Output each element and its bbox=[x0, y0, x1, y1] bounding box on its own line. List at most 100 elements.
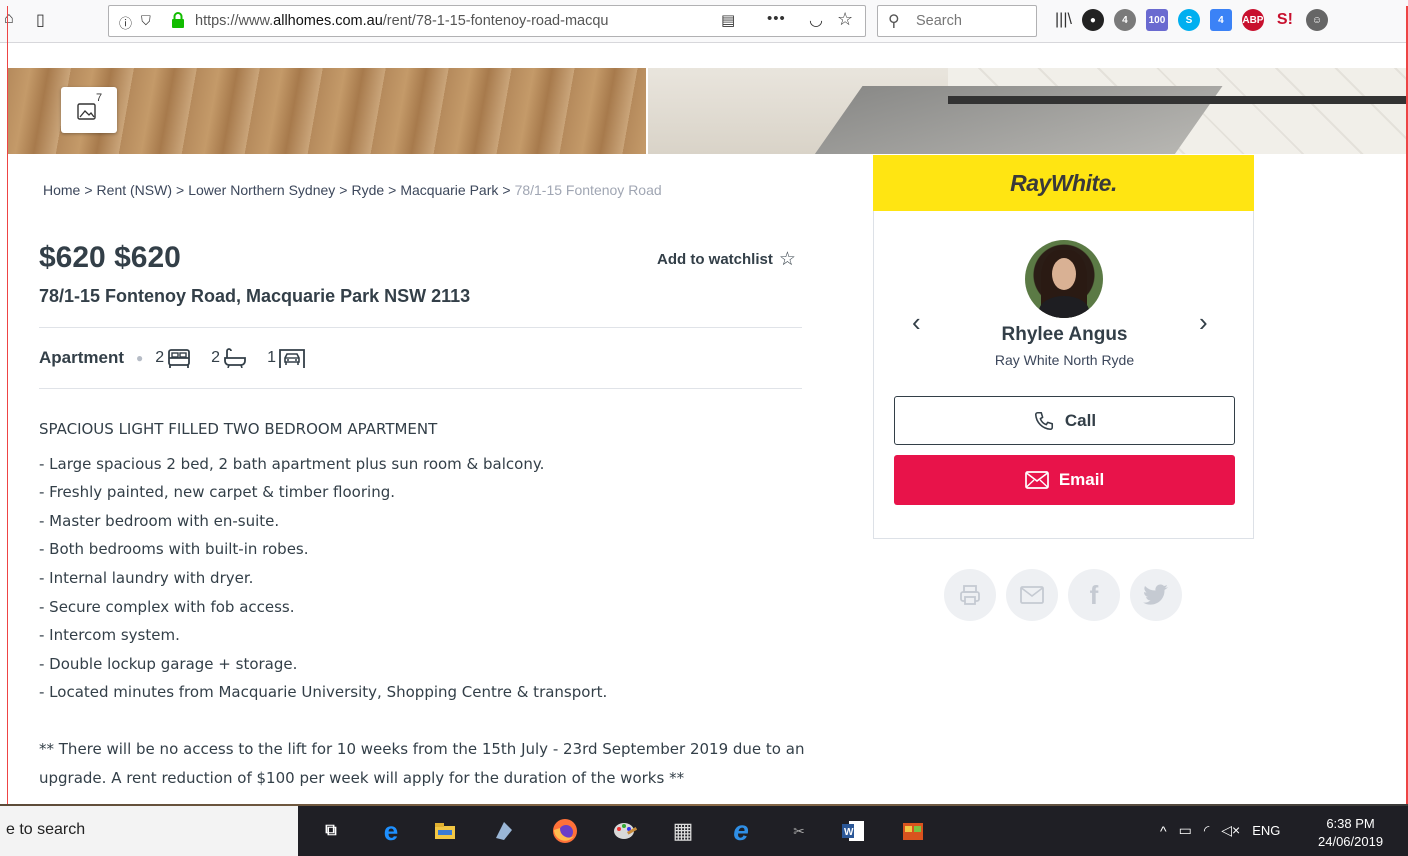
listing-description: SPACIOUS LIGHT FILLED TWO BEDROOM APARTM… bbox=[39, 415, 809, 792]
url-text[interactable]: https://www.allhomes.com.au/rent/78-1-15… bbox=[195, 13, 695, 29]
word-icon[interactable]: W bbox=[840, 818, 866, 844]
separator-dot: ● bbox=[136, 351, 144, 365]
url-bar[interactable]: ⓘ ⛉ https://www.allhomes.com.au/rent/78-… bbox=[108, 5, 866, 37]
bed-icon bbox=[168, 349, 191, 368]
more-actions-icon[interactable]: ••• bbox=[767, 10, 786, 27]
facebook-icon[interactable]: f bbox=[1068, 569, 1120, 621]
internet-explorer-icon[interactable]: e bbox=[728, 815, 754, 846]
gallery-count: 7 bbox=[96, 92, 103, 104]
gallery-button[interactable]: 7 bbox=[61, 87, 117, 133]
file-explorer-icon[interactable] bbox=[432, 818, 458, 844]
extension-icons: |||\ ● 4 100 S 4 ABP S! ☺ bbox=[1055, 9, 1328, 31]
bedroom-count: 2 bbox=[155, 349, 165, 366]
agent-avatar[interactable] bbox=[1025, 240, 1103, 318]
twitter-icon[interactable] bbox=[1130, 569, 1182, 621]
feature-bullet: - Internal laundry with dryer. bbox=[39, 568, 254, 587]
search-icon: ⚲ bbox=[888, 13, 900, 30]
envelope-icon bbox=[1024, 471, 1049, 489]
feature-bullet: - Master bedroom with en-suite. bbox=[39, 511, 280, 530]
breadcrumb-current: 78/1-15 Fontenoy Road bbox=[514, 182, 662, 198]
adblock-icon[interactable]: ABP bbox=[1241, 9, 1264, 31]
divider bbox=[39, 327, 802, 328]
bathroom-count: 2 bbox=[211, 349, 221, 366]
feature-bullet: - Secure complex with fob access. bbox=[39, 597, 295, 616]
agent-agency-name: Ray White North Ryde bbox=[994, 352, 1135, 368]
battery-icon[interactable]: ▭ bbox=[1179, 822, 1192, 839]
wifi-icon[interactable]: ◜ bbox=[1204, 822, 1209, 839]
taskbar-clock[interactable]: 6:38 PM 24/06/2019 bbox=[1318, 815, 1383, 851]
divider bbox=[39, 388, 802, 389]
agency-banner[interactable]: RayWhite. bbox=[873, 155, 1254, 211]
snipping-tool-icon[interactable]: ✂ bbox=[786, 818, 812, 844]
call-label: Call bbox=[1064, 410, 1097, 430]
archive-app-icon[interactable] bbox=[900, 818, 926, 844]
share-buttons: f bbox=[944, 569, 1182, 621]
clock-date: 24/06/2019 bbox=[1318, 834, 1384, 849]
feature-bullet: - Intercom system. bbox=[39, 626, 180, 645]
chevron-up-icon[interactable]: ^ bbox=[1160, 823, 1167, 839]
pocket-icon[interactable]: ◡ bbox=[809, 10, 823, 30]
sidebar-icon[interactable]: ▯ bbox=[36, 10, 45, 30]
extension-notify-icon[interactable]: 4 bbox=[1209, 9, 1232, 31]
lock-icon[interactable] bbox=[171, 12, 185, 28]
library-icon[interactable]: |||\ bbox=[1055, 11, 1072, 29]
listing-address: 78/1-15 Fontenoy Road, Macquarie Park NS… bbox=[39, 286, 471, 306]
breadcrumb-macquarie-park[interactable]: Macquarie Park bbox=[400, 182, 498, 198]
email-button[interactable]: Email bbox=[894, 455, 1235, 505]
info-icon[interactable]: ⓘ bbox=[119, 13, 132, 32]
feature-bullet: - Freshly painted, new carpet & timber f… bbox=[39, 483, 395, 502]
bedrooms-feature: 2 bbox=[155, 348, 191, 368]
breadcrumb-rent-nsw[interactable]: Rent (NSW) bbox=[97, 182, 172, 198]
breadcrumb-home[interactable]: Home bbox=[43, 182, 80, 198]
paint-icon[interactable] bbox=[612, 818, 638, 844]
description-headline: SPACIOUS LIGHT FILLED TWO BEDROOM APARTM… bbox=[39, 420, 438, 438]
breadcrumb-ryde[interactable]: Ryde bbox=[351, 182, 384, 198]
s-extension-icon[interactable]: S! bbox=[1274, 9, 1296, 31]
parking-feature: 1 bbox=[267, 347, 305, 369]
edge-icon[interactable]: e bbox=[378, 816, 404, 846]
feature-bullet: - Double lockup garage + storage. bbox=[39, 654, 298, 673]
lift-notice: ** There will be no access to the lift f… bbox=[39, 739, 805, 787]
taskbar-search[interactable]: e to search bbox=[0, 806, 298, 856]
language-indicator[interactable]: ENG bbox=[1252, 823, 1280, 838]
add-to-watchlist-button[interactable]: Add to watchlist ☆ bbox=[657, 248, 796, 271]
breadcrumb: Home > Rent (NSW) > Lower Northern Sydney > Ry… bbox=[43, 182, 662, 198]
firefox-icon[interactable] bbox=[552, 818, 578, 844]
star-outline-icon: ☆ bbox=[778, 249, 796, 270]
reader-view-icon[interactable]: ▤ bbox=[721, 11, 735, 29]
home-icon[interactable]: ⌂ bbox=[4, 10, 14, 28]
clock-time: 6:38 PM bbox=[1326, 816, 1375, 831]
listing-price: $620 $620 bbox=[39, 241, 181, 274]
system-tray: ^ ▭ ◜ ◁× ENG bbox=[1160, 822, 1280, 839]
task-view-icon[interactable]: ⧉ bbox=[318, 818, 344, 844]
svg-text:W: W bbox=[844, 827, 854, 838]
feature-bullet: - Large spacious 2 bed, 2 bath apartment… bbox=[39, 454, 545, 473]
calculator-icon[interactable]: ▦ bbox=[670, 818, 696, 844]
email-share-icon[interactable] bbox=[1006, 569, 1058, 621]
extension-badge-icon[interactable]: 4 bbox=[1113, 9, 1136, 31]
volume-muted-icon[interactable]: ◁× bbox=[1221, 822, 1240, 839]
agent-name[interactable]: Rhylee Angus bbox=[874, 324, 1255, 346]
taskbar-search-text: e to search bbox=[6, 821, 86, 838]
hero-gallery[interactable] bbox=[8, 68, 1406, 154]
bath-icon bbox=[224, 348, 246, 368]
color-extension-icon[interactable]: ● bbox=[1081, 9, 1104, 31]
app-icon[interactable] bbox=[490, 818, 516, 844]
browser-search-box[interactable]: ⚲ Search bbox=[877, 5, 1037, 37]
bookmark-star-icon[interactable]: ☆ bbox=[837, 9, 853, 30]
hero-photo-kitchen[interactable] bbox=[648, 68, 1406, 154]
account-icon[interactable]: ☺ bbox=[1305, 9, 1328, 31]
email-label: Email bbox=[1058, 470, 1105, 489]
tracking-shield-icon[interactable]: ⛉ bbox=[141, 13, 151, 29]
windows-taskbar: e to search ⧉ e ▦ e ✂ W ^ ▭ ◜ ◁× ENG 6:3… bbox=[0, 806, 1408, 856]
skype-icon[interactable]: S bbox=[1177, 9, 1200, 31]
bathrooms-feature: 2 bbox=[211, 348, 247, 368]
print-icon[interactable] bbox=[944, 569, 996, 621]
breadcrumb-lower-northern-sydney[interactable]: Lower Northern Sydney bbox=[188, 182, 335, 198]
property-type: Apartment bbox=[39, 348, 125, 367]
search-placeholder: Search bbox=[916, 13, 962, 29]
feature-bullet: - Located minutes from Macquarie Univers… bbox=[39, 683, 608, 702]
phone-icon bbox=[1034, 411, 1053, 430]
extension-counter-icon[interactable]: 100 bbox=[1145, 9, 1168, 31]
call-button[interactable]: Call bbox=[894, 396, 1235, 445]
